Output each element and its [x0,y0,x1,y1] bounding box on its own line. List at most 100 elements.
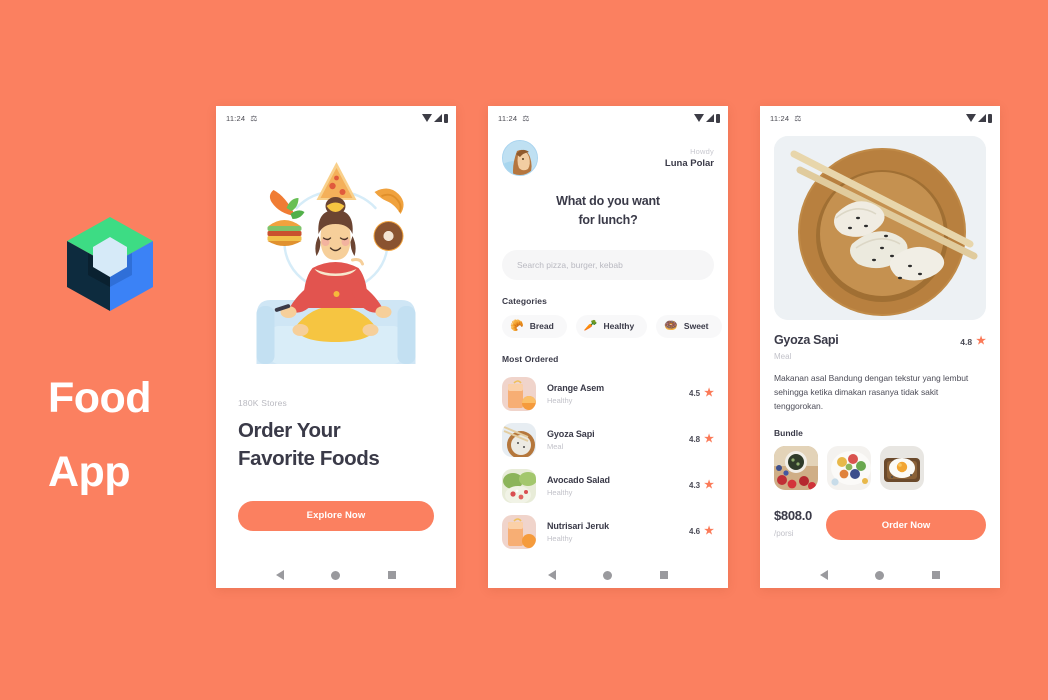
cube-logo [64,215,156,315]
burger-icon [267,220,302,246]
list-item-info: Gyoza Sapi Meal [547,429,678,451]
croissant-icon [374,188,404,214]
food-name: Gyoza Sapi [547,428,595,439]
brand-line-2: App [48,447,131,496]
star-icon: ★ [704,387,714,399]
category-chip-bread[interactable]: 🥐 Bread [502,314,567,338]
android-nav-bar [216,562,456,588]
food-name: Orange Asem [547,382,605,393]
star-icon: ★ [976,335,986,347]
back-triangle-icon[interactable] [819,570,828,580]
categories-row: 🥐 Bread 🥕 Healthy 🍩 Sweet [502,314,728,338]
status-bar-left: 11:24 ⚖ [498,114,530,123]
page-title: Food App [48,362,218,510]
status-bar-left: 11:24 ⚖ [770,114,802,123]
bundle-label: Bundle [774,428,803,439]
avatar[interactable] [502,140,538,176]
battery-icon [715,113,720,123]
product-detail-body: Gyoza Sapi Meal 4.8 ★ Makanan asal Bandu… [760,320,1000,541]
rating-value: 4.8 [960,336,973,347]
rating: 4.5 ★ [689,388,714,399]
star-icon: ★ [704,479,714,491]
greeting-block: Howdy Luna Polar [665,147,714,169]
status-time: 11:24 [226,113,246,123]
recents-square-icon[interactable] [932,571,941,579]
price-block: $808.0 /porsi [774,508,812,538]
gyoza-hero-photo [774,136,986,320]
back-triangle-icon[interactable] [547,570,556,580]
croissant-icon: 🥐 [510,319,524,332]
category-chip-sweet[interactable]: 🍩 Sweet [656,314,722,338]
screen-product-detail: 11:24 ⚖ Gyoza Sapi Meal 4.8 ★ Makanan as… [760,106,1000,562]
question-line-2: for lunch? [578,212,638,227]
home-circle-icon[interactable] [875,570,885,580]
home-circle-icon[interactable] [603,570,613,580]
explore-now-button[interactable]: Explore Now [238,500,434,531]
onboarding-content: 180K Stores Order Your Favorite Foods Ex… [238,398,434,531]
product-category: Meal [774,352,792,361]
food-category: Healthy [547,395,573,405]
brand-panel: Food App [0,0,216,700]
price-amount: $808.0 [774,508,812,524]
rating: 4.3 ★ [689,480,714,491]
brand-line-1: Food [48,374,152,422]
question-line-1: What do you want [556,194,660,208]
list-item[interactable]: Nutrisari Jeruk Healthy 4.6 ★ [488,509,728,555]
sim-card-icon: ⚖ [794,113,802,123]
categories-label: Categories [502,295,547,306]
egg-toast-thumb[interactable] [880,446,924,491]
product-rating: 4.8 ★ [960,336,986,347]
price-unit: /porsi [774,529,794,539]
android-nav-bar [488,562,728,588]
rating-value: 4.8 [689,435,701,444]
back-triangle-icon[interactable] [275,570,284,580]
list-item[interactable]: Gyoza Sapi Meal 4.8 ★ [488,417,728,463]
recents-square-icon[interactable] [660,571,669,579]
category-label: Bread [529,321,554,331]
stores-count: 180K Stores [238,398,287,408]
list-item-info: Avocado Salad Healthy [547,475,678,497]
berry-bowl-thumb[interactable] [774,446,818,491]
rating: 4.6 ★ [689,526,714,537]
home-circle-icon[interactable] [331,570,341,580]
order-now-button[interactable]: Order Now [825,510,986,541]
orange-drink-thumb [502,514,536,549]
rating-value: 4.5 [689,389,701,398]
sim-card-icon: ⚖ [522,113,530,123]
onboarding-headline: Order Your Favorite Foods [238,417,434,474]
phone-mockup-detail: 11:24 ⚖ Gyoza Sapi Meal 4.8 ★ Makanan as… [760,106,1000,588]
screen-home: 11:24 ⚖ Howdy Luna Polar What do you wan… [488,106,728,562]
avocado-salad-thumb [502,468,536,503]
product-title-row: Gyoza Sapi Meal 4.8 ★ [774,333,986,361]
home-header: Howdy Luna Polar [488,126,728,176]
phone-mockup-home: 11:24 ⚖ Howdy Luna Polar What do you wan… [488,106,728,588]
star-icon: ★ [704,433,714,445]
sim-card-icon: ⚖ [250,113,258,123]
category-label: Healthy [603,321,635,331]
recents-square-icon[interactable] [388,571,397,579]
star-icon: ★ [704,525,714,537]
bundle-row [774,446,986,491]
food-category: Healthy [547,533,573,543]
status-bar-right [965,113,992,123]
status-bar: 11:24 ⚖ [488,106,728,126]
food-name: Nutrisari Jeruk [547,520,610,531]
status-bar: 11:24 ⚖ [216,106,456,126]
salad-plate-thumb[interactable] [827,446,871,491]
user-name: Luna Polar [664,158,714,169]
search-input[interactable] [502,249,714,280]
gyoza-bowl-thumb [502,422,536,457]
food-category: Healthy [547,487,573,497]
signal-icon [977,114,986,122]
android-nav-bar [760,562,1000,588]
list-item[interactable]: Avocado Salad Healthy 4.3 ★ [488,463,728,509]
food-name: Avocado Salad [547,474,610,485]
rating-value: 4.3 [689,481,701,490]
list-item[interactable]: Orange Asem Healthy 4.5 ★ [488,371,728,417]
headline-line-1: Order Your [238,419,341,442]
category-chip-healthy[interactable]: 🥕 Healthy [575,314,648,338]
status-time: 11:24 [498,113,518,123]
wifi-icon [421,114,432,122]
wifi-icon [965,114,976,122]
product-description: Makanan asal Bandung dengan tekstur yang… [774,373,969,411]
